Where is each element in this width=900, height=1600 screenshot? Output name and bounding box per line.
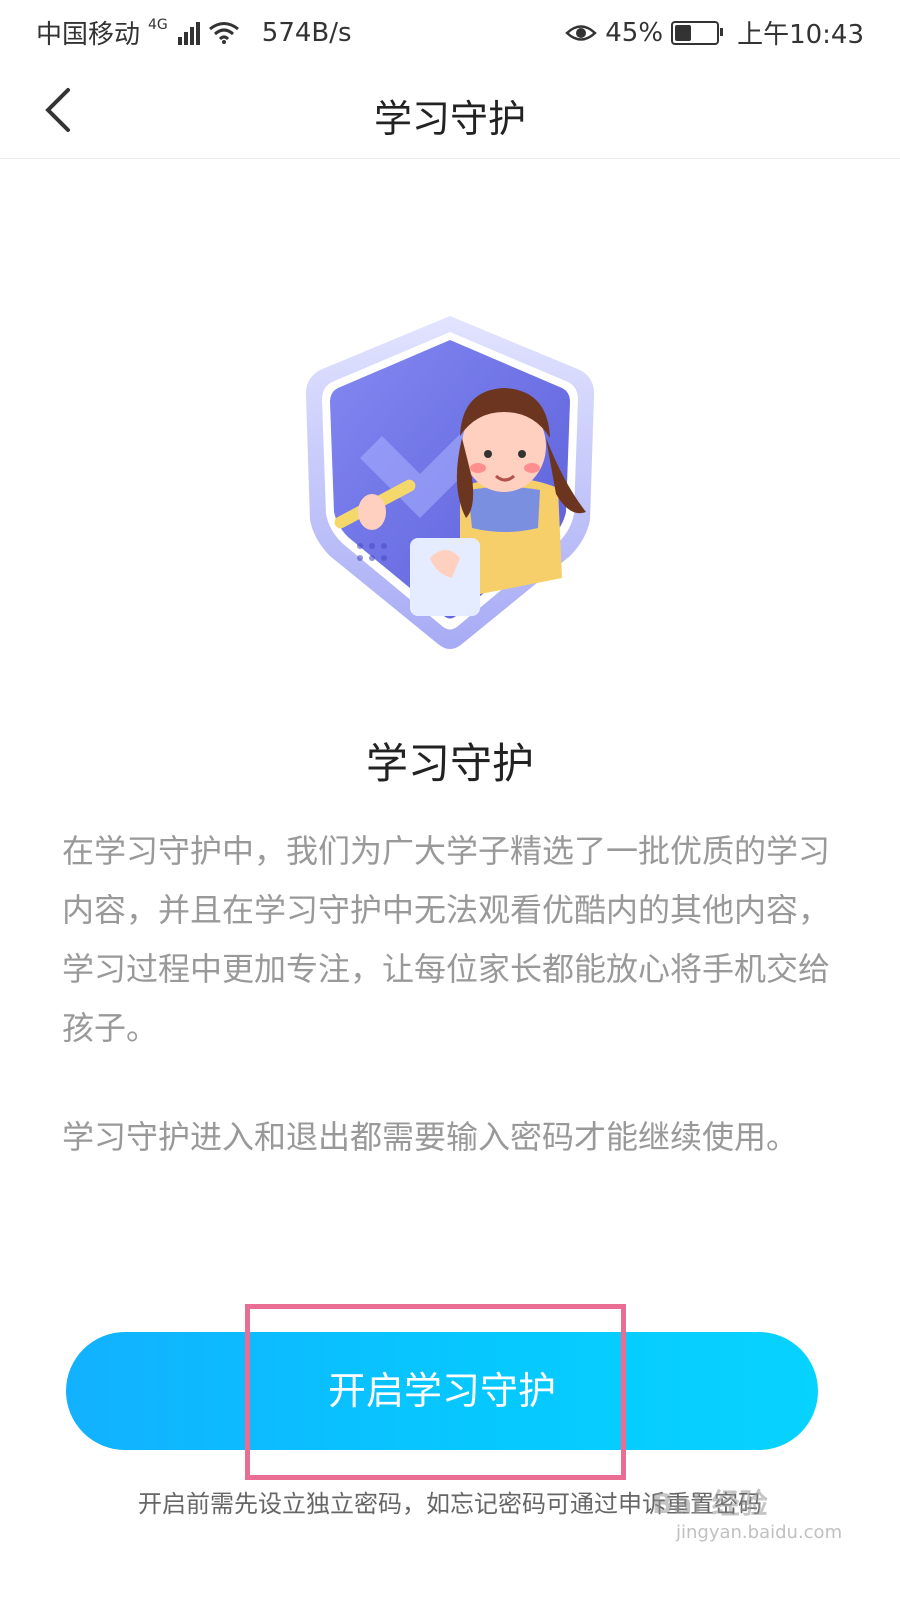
battery-icon (671, 20, 724, 45)
status-right: 45% 上午10:43 (565, 14, 864, 51)
section-title: 学习守护 (365, 739, 534, 788)
watermark: Bai 经验 (652, 1487, 768, 1520)
watermark-url: jingyan.baidu.com (676, 1522, 843, 1543)
wifi-icon (208, 21, 239, 44)
carrier-label: 中国移动 (36, 20, 141, 50)
nav-bar: 学习守护 (0, 64, 900, 159)
status-bar: 中国移动 4G 574B/s 45% 上午10:43 (0, 0, 900, 64)
clock: 上午10:43 (737, 20, 864, 50)
battery-percent: 45% (605, 17, 664, 48)
shield-girl-illustration (305, 316, 595, 649)
password-note: 学习守护进入和退出都需要输入密码才能继续使用。 (62, 1118, 799, 1156)
network-speed: 574B/s (261, 17, 352, 48)
signal-icon (177, 21, 200, 45)
page-title: 学习守护 (373, 97, 526, 141)
eye-icon (565, 24, 598, 41)
description-text: 在学习守护中，我们为广大学子精选了一批优质的学习内容，并且在学习守护中无法观看优… (62, 832, 831, 1047)
network-type: 4G (148, 16, 168, 33)
highlight-annotation (245, 1304, 626, 1480)
status-left: 中国移动 4G 574B/s (36, 14, 352, 51)
